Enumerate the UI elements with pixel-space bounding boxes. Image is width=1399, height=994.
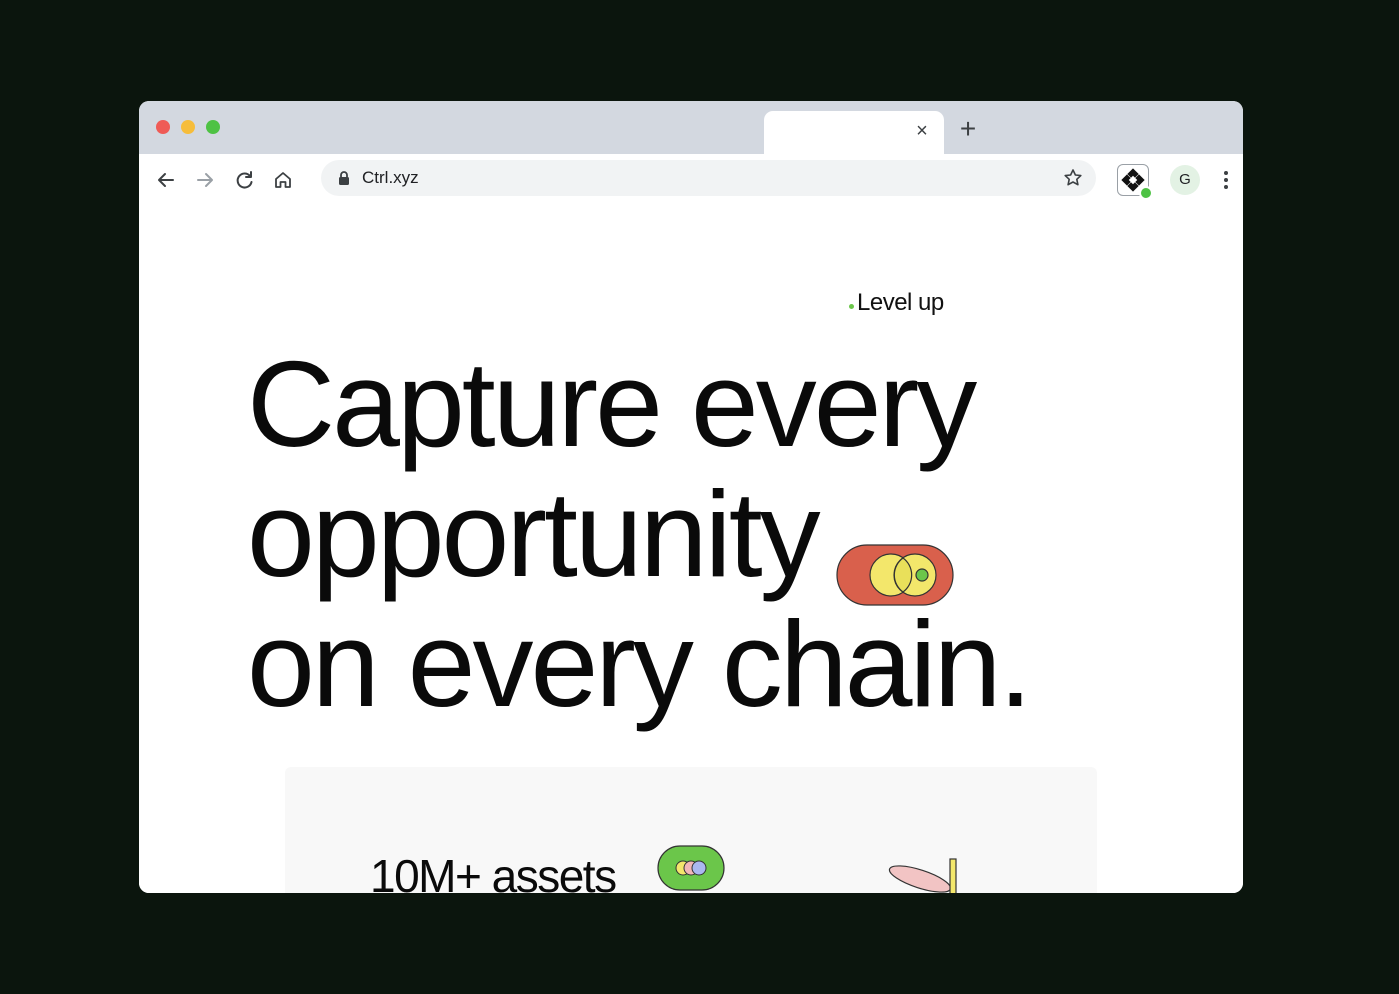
- maximize-window-button[interactable]: [206, 120, 220, 134]
- kebab-menu-icon[interactable]: [1217, 166, 1235, 194]
- feature-card: 10M+ assets: [285, 767, 1097, 893]
- profile-avatar[interactable]: G: [1170, 165, 1200, 195]
- lock-icon[interactable]: [335, 169, 353, 187]
- browser-tab-active[interactable]: ×: [764, 111, 944, 154]
- address-bar[interactable]: Ctrl.xyz: [321, 160, 1096, 196]
- back-arrow-icon[interactable]: [152, 166, 180, 194]
- forward-arrow-icon[interactable]: [191, 166, 219, 194]
- eyebrow-text: Level up: [857, 289, 944, 316]
- green-toggle-pill-icon: [657, 845, 725, 891]
- browser-toolbar: Ctrl.xyz G: [139, 154, 1243, 204]
- headline-line-2: opportunity: [247, 466, 821, 602]
- stacked-discs-illustration: [830, 857, 970, 893]
- card-title: 10M+ assets: [370, 850, 617, 893]
- minimize-window-button[interactable]: [181, 120, 195, 134]
- star-icon[interactable]: [1062, 167, 1084, 189]
- reload-icon[interactable]: [230, 166, 258, 194]
- close-icon[interactable]: ×: [912, 121, 932, 141]
- headline-line-3: on every chain.: [247, 596, 1032, 732]
- new-tab-button[interactable]: +: [956, 115, 980, 143]
- page-content: Level up Capture every opportunity on ev…: [139, 204, 1243, 893]
- address-url[interactable]: Ctrl.xyz: [362, 169, 419, 187]
- home-icon[interactable]: [269, 166, 297, 194]
- hero-eyebrow: Level up: [849, 289, 944, 317]
- headline-line-1: Capture every: [247, 336, 977, 472]
- green-dot-icon: [849, 304, 854, 309]
- close-window-button[interactable]: [156, 120, 170, 134]
- ctrl-extension-icon[interactable]: [1117, 164, 1153, 200]
- browser-window: × + Ctrl.xyz G Level up Capture every op…: [139, 101, 1243, 893]
- headline-line-2-wrap: opportunity: [247, 466, 1207, 606]
- toggle-pill-icon: [836, 499, 954, 606]
- extension-status-badge: [1139, 186, 1153, 200]
- browser-titlebar: × +: [139, 101, 1243, 154]
- hero-headline: Capture every opportunity on every chain…: [247, 339, 1207, 729]
